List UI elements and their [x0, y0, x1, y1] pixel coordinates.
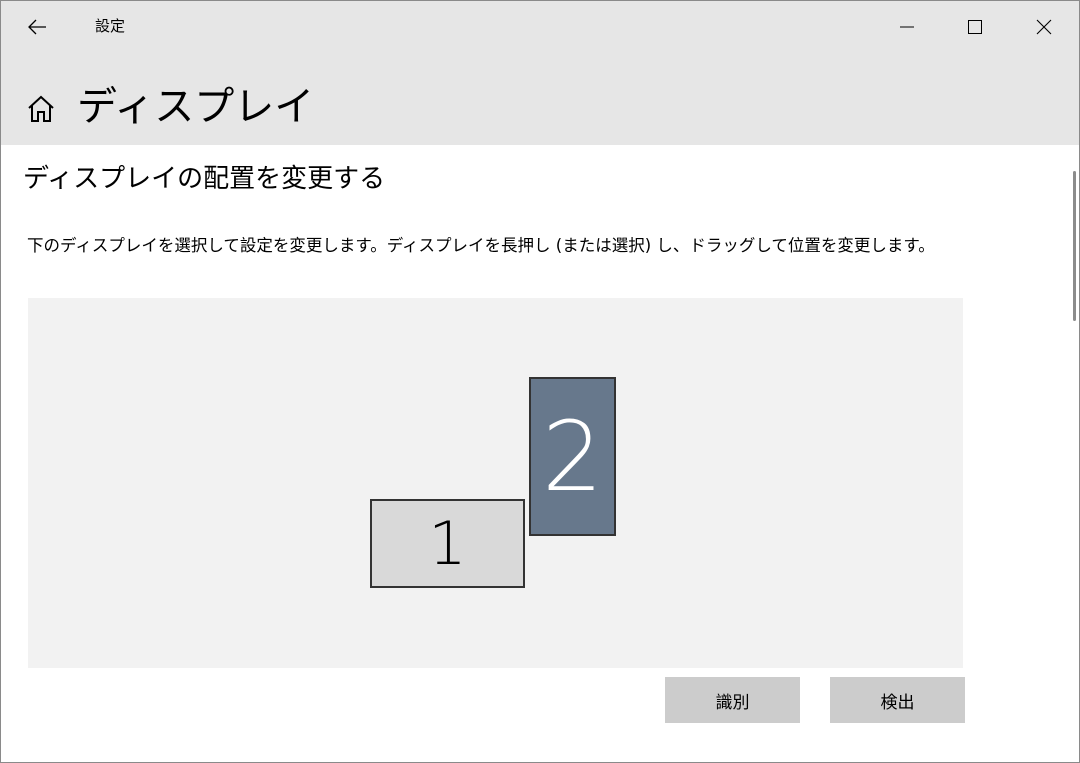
title-bar: 設定: [1, 1, 1079, 53]
home-icon: [28, 95, 54, 122]
settings-window: 設定 ディスプレイ ディスプレイの配置を変更する 下のディスプレイを選択して設定…: [0, 0, 1080, 763]
page-title: ディスプレイ: [77, 84, 315, 130]
display-arrangement-area[interactable]: 1 2: [28, 298, 963, 668]
back-arrow-icon: [28, 19, 46, 35]
display-1[interactable]: 1: [370, 499, 525, 588]
vertical-scrollbar[interactable]: [1065, 145, 1079, 762]
home-button[interactable]: [23, 91, 59, 127]
identify-button[interactable]: 識別: [665, 677, 800, 723]
scroll-thumb[interactable]: [1073, 171, 1076, 321]
section-title: ディスプレイの配置を変更する: [23, 164, 386, 194]
page-header: ディスプレイ: [1, 53, 1079, 145]
display-2-label: 2: [541, 400, 604, 513]
maximize-button[interactable]: [941, 1, 1009, 53]
app-title: 設定: [95, 17, 126, 35]
close-button[interactable]: [1010, 1, 1078, 53]
arrangement-description: 下のディスプレイを選択して設定を変更します。ディスプレイを長押し (または選択)…: [27, 236, 935, 255]
maximize-icon: [968, 20, 982, 34]
display-1-label: 1: [428, 508, 467, 579]
detect-button[interactable]: 検出: [830, 677, 965, 723]
minimize-button[interactable]: [873, 1, 941, 53]
close-icon: [1036, 19, 1052, 35]
back-button[interactable]: [15, 7, 59, 47]
display-2[interactable]: 2: [529, 377, 616, 536]
minimize-icon: [900, 26, 914, 28]
main-content: ディスプレイの配置を変更する 下のディスプレイを選択して設定を変更します。ディス…: [1, 145, 1065, 762]
